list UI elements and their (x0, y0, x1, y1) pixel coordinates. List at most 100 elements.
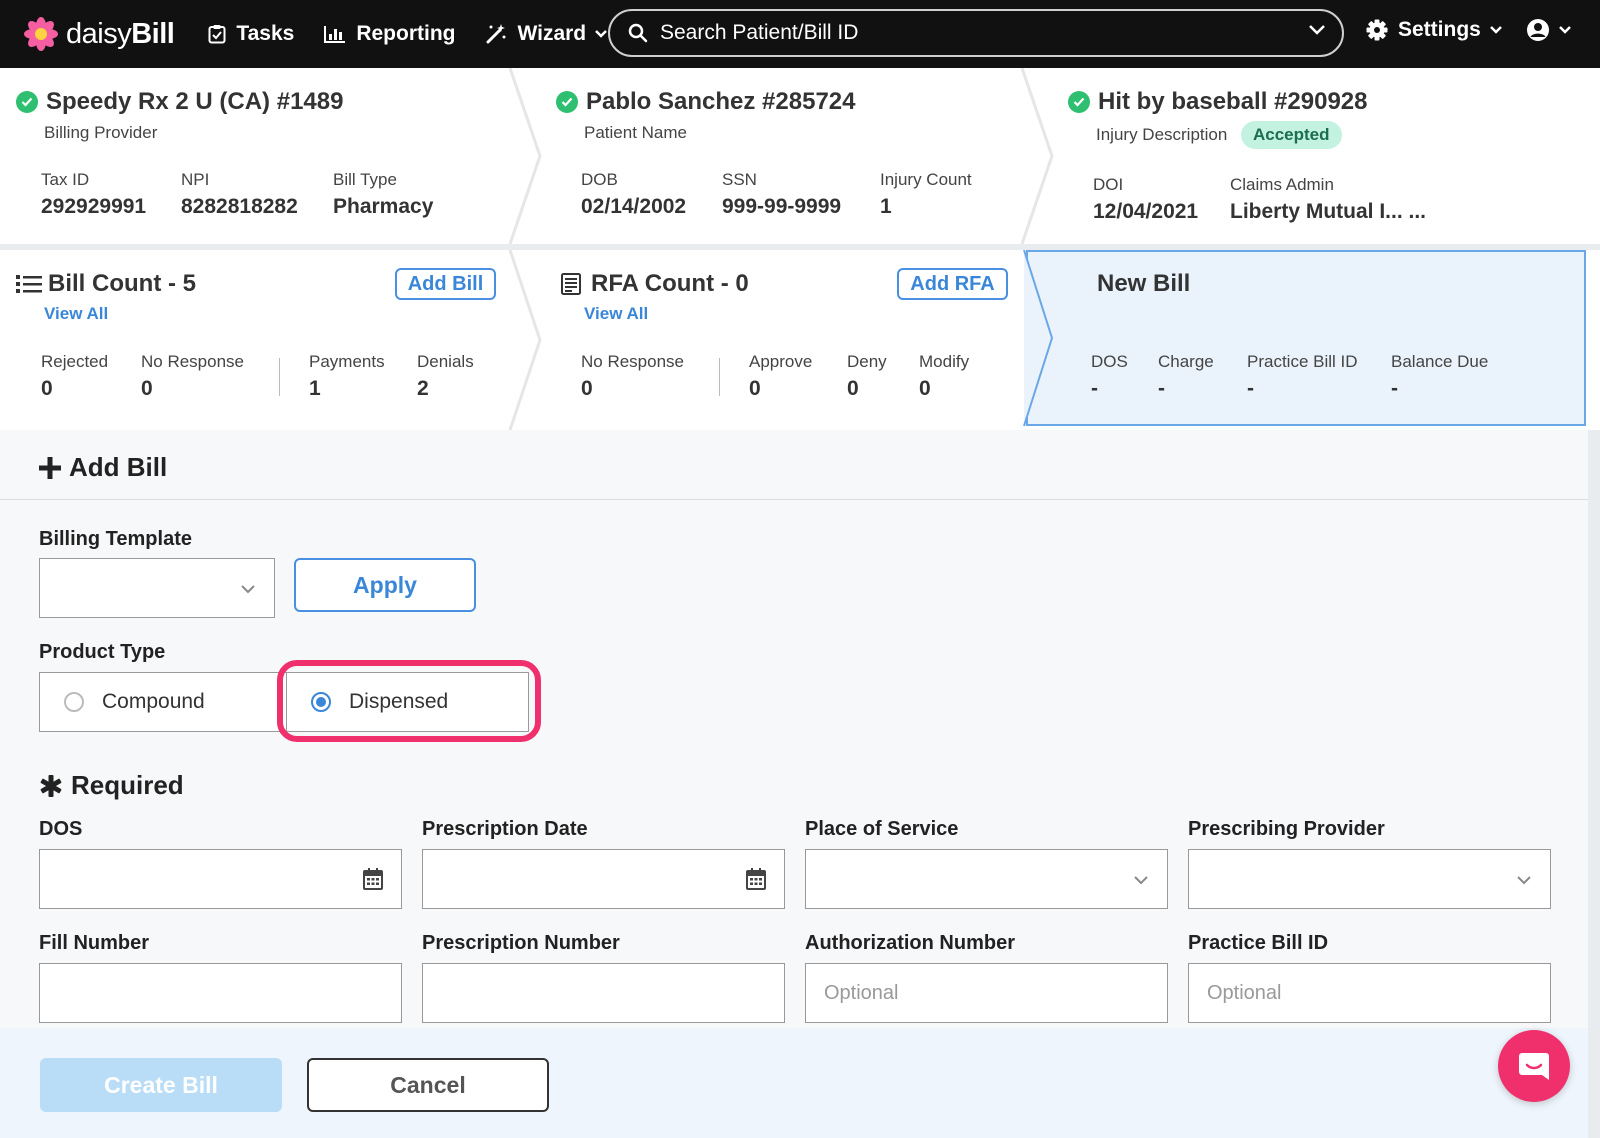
chevron-separator (508, 68, 542, 244)
user-menu[interactable] (1526, 18, 1572, 42)
calendar-icon[interactable] (363, 868, 383, 890)
doi-label: DOI (1093, 175, 1124, 194)
npi-value: 8282818282 (181, 195, 298, 218)
summary-row-top: Speedy Rx 2 U (CA) #1489 Billing Provide… (0, 68, 1600, 244)
create-bill-button[interactable]: Create Bill (40, 1058, 282, 1112)
list-icon (16, 275, 42, 293)
add-bill-button[interactable]: Add Bill (395, 268, 496, 300)
nav-settings-label: Settings (1398, 18, 1481, 41)
chevron-separator (1020, 68, 1054, 244)
new-bill-title: New Bill (1097, 270, 1191, 297)
calendar-icon[interactable] (746, 868, 766, 890)
divider (279, 358, 280, 396)
stat-value: - (1247, 377, 1254, 400)
dob-value: 02/14/2002 (581, 195, 687, 218)
place-of-service-label: Place of Service (805, 818, 959, 840)
stat-label: Payments (309, 352, 385, 371)
prescription-number-input[interactable] (423, 964, 784, 1022)
chevron-down-icon[interactable] (1308, 24, 1326, 36)
apply-button[interactable]: Apply (294, 558, 476, 612)
bills-view-all-link[interactable]: View All (44, 304, 108, 324)
gear-icon (1366, 19, 1388, 41)
stat-value: - (1158, 377, 1165, 400)
prescription-number-label: Prescription Number (422, 932, 620, 954)
authorization-number-input[interactable] (806, 964, 1167, 1022)
radio-unselected (64, 692, 84, 712)
rfa-count-title: RFA Count - 0 (561, 270, 749, 298)
prescription-date-input[interactable] (423, 850, 784, 908)
highlight-outline (277, 660, 541, 742)
dos-label: DOS (39, 818, 83, 840)
compound-label: Compound (102, 690, 205, 713)
clipboard-check-icon (208, 25, 226, 44)
tax-id-value: 292929991 (41, 195, 147, 218)
prescription-date-field[interactable] (422, 849, 785, 909)
injury-count-label: Injury Count (880, 170, 972, 189)
dos-input[interactable] (40, 850, 401, 908)
patient-title[interactable]: Pablo Sanchez #285724 (556, 88, 855, 116)
nav-settings[interactable]: Settings (1366, 18, 1513, 42)
rfa-view-all-link[interactable]: View All (584, 304, 648, 324)
bill-type-value: Pharmacy (333, 195, 434, 218)
stat-label: Deny (847, 352, 887, 371)
practice-bill-id-input[interactable] (1189, 964, 1550, 1022)
stat-label: Practice Bill ID (1247, 352, 1358, 371)
fill-number-input[interactable] (40, 964, 401, 1022)
patient-subtitle: Patient Name (584, 123, 687, 142)
search-bar[interactable] (608, 9, 1344, 57)
stat-label: No Response (581, 352, 685, 371)
stat-label: Rejected (41, 352, 109, 371)
dob-label: DOB (581, 170, 618, 189)
provider-title[interactable]: Speedy Rx 2 U (CA) #1489 (16, 88, 343, 116)
chat-icon (1519, 1053, 1549, 1080)
bill-count-title: Bill Count - 5 (16, 270, 196, 298)
injury-subtitle: Injury Description (1096, 125, 1228, 144)
stat-value: - (1091, 377, 1098, 400)
place-of-service-select[interactable] (805, 849, 1168, 909)
bill-type-label: Bill Type (333, 170, 397, 189)
tax-id-label: Tax ID (41, 170, 90, 189)
authorization-number-field[interactable] (805, 963, 1168, 1023)
fill-number-field[interactable] (39, 963, 402, 1023)
fill-number-label: Fill Number (39, 932, 150, 954)
practice-bill-id-field[interactable] (1188, 963, 1551, 1023)
stat-label: Modify (919, 352, 970, 371)
prescription-number-field[interactable] (422, 963, 785, 1023)
daisybill-logo[interactable]: daisyBill (24, 17, 175, 51)
nav-reporting[interactable]: Reporting (324, 22, 455, 46)
dos-field[interactable] (39, 849, 402, 909)
product-type-compound[interactable]: Compound (39, 672, 287, 732)
stat-value: 0 (41, 377, 53, 400)
stat-value: - (1391, 377, 1398, 400)
stat-value: 0 (749, 377, 761, 400)
nav-wizard-label: Wizard (517, 22, 587, 45)
prescribing-provider-select[interactable] (1188, 849, 1551, 909)
chevron-separator (1023, 250, 1054, 427)
provider-subtitle: Billing Provider (44, 123, 158, 142)
nav-tasks[interactable]: Tasks (208, 22, 294, 46)
search-icon (628, 23, 648, 43)
cancel-button[interactable]: Cancel (307, 1058, 549, 1112)
claims-admin-label: Claims Admin (1230, 175, 1334, 194)
prescription-date-label: Prescription Date (422, 818, 588, 840)
injury-title[interactable]: Hit by baseball #290928 (1068, 88, 1367, 116)
chat-launcher-button[interactable] (1498, 1030, 1570, 1102)
chevron-separator (508, 250, 542, 430)
logo-text: daisyBill (66, 17, 175, 50)
add-bill-heading: Add Bill (39, 452, 167, 483)
billing-template-select[interactable] (39, 558, 275, 618)
chevron-down-icon (241, 585, 255, 594)
doi-value: 12/04/2021 (1093, 200, 1199, 223)
divider (0, 499, 1588, 500)
magic-wand-icon (486, 24, 506, 44)
nav-wizard[interactable]: Wizard (485, 22, 618, 46)
search-input[interactable] (660, 21, 1300, 45)
check-circle-icon (1068, 91, 1090, 113)
stat-label: Balance Due (1391, 352, 1489, 371)
add-rfa-button[interactable]: Add RFA (897, 268, 1008, 300)
required-heading: Required (39, 770, 184, 801)
form-footer: Create Bill Cancel (0, 1028, 1588, 1138)
billing-template-label: Billing Template (39, 528, 192, 550)
chevron-down-icon (1517, 876, 1531, 885)
bar-chart-icon (324, 26, 346, 43)
